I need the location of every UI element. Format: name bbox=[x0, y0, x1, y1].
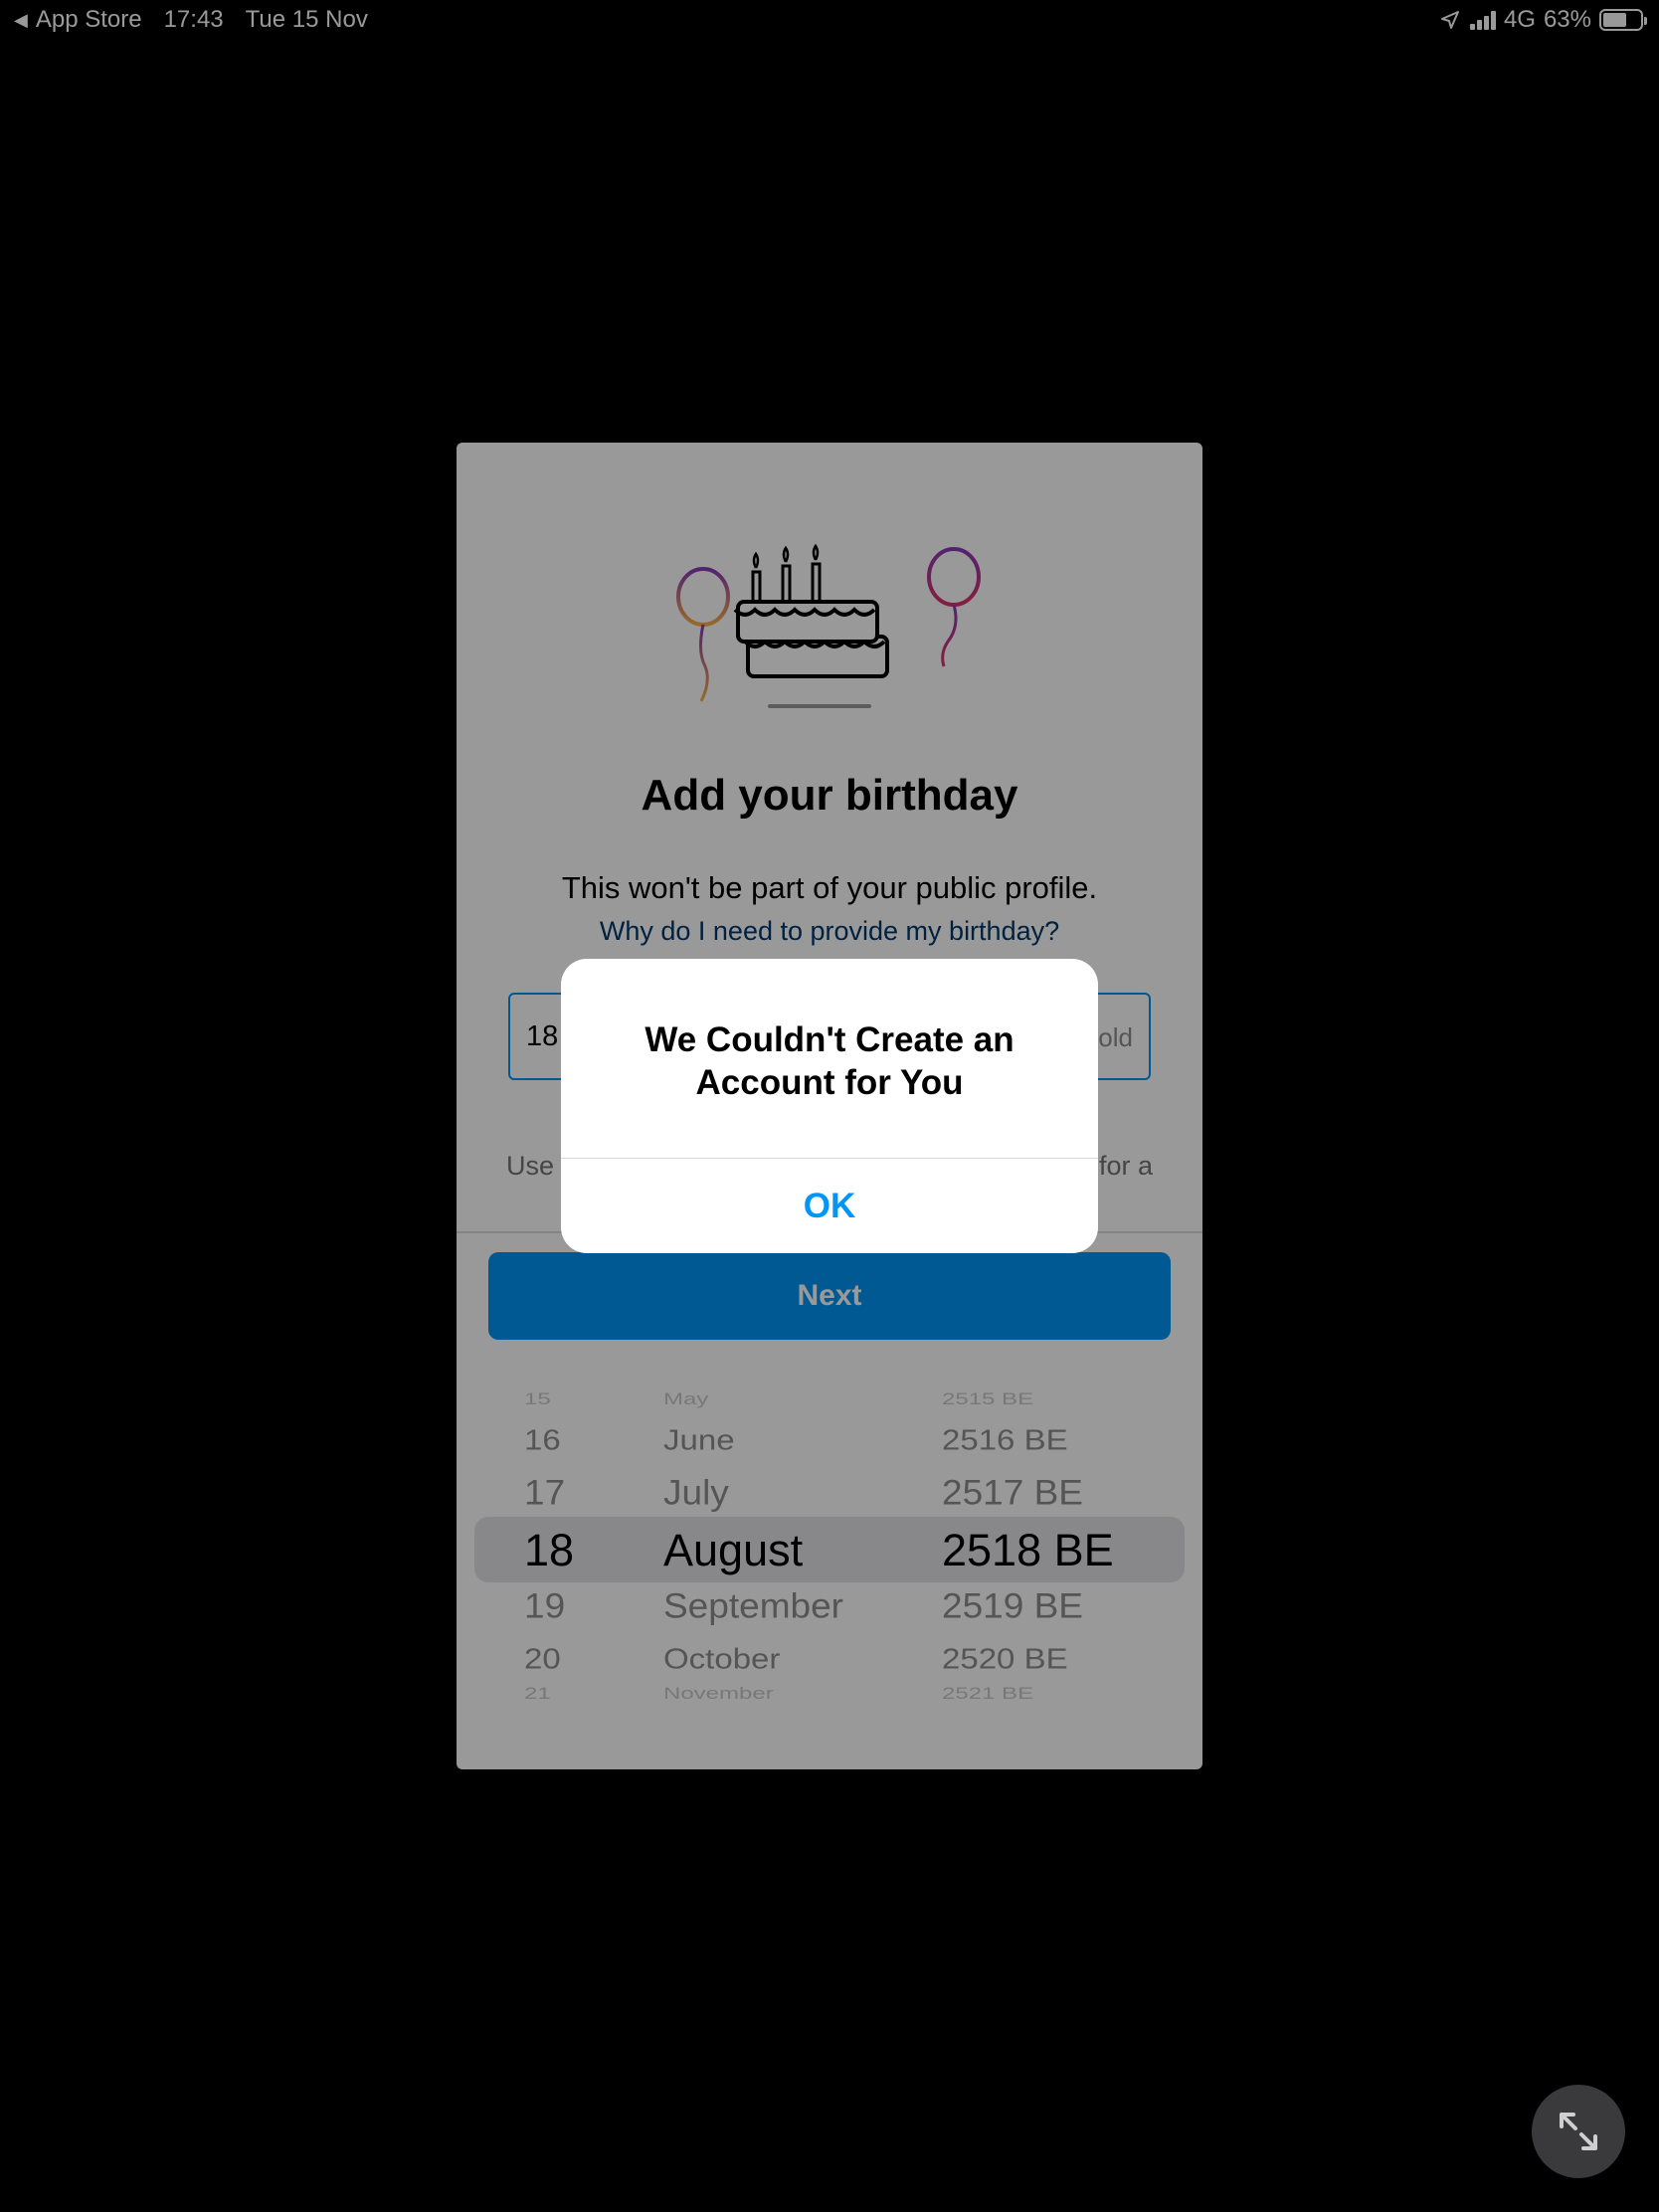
alert-ok-button[interactable]: OK bbox=[561, 1159, 1098, 1253]
expand-button[interactable] bbox=[1532, 2085, 1625, 2178]
alert-title: We Couldn't Create an Account for You bbox=[645, 1020, 1014, 1102]
error-alert-dialog: We Couldn't Create an Account for You OK bbox=[561, 959, 1098, 1253]
expand-arrows-icon bbox=[1560, 2113, 1597, 2150]
